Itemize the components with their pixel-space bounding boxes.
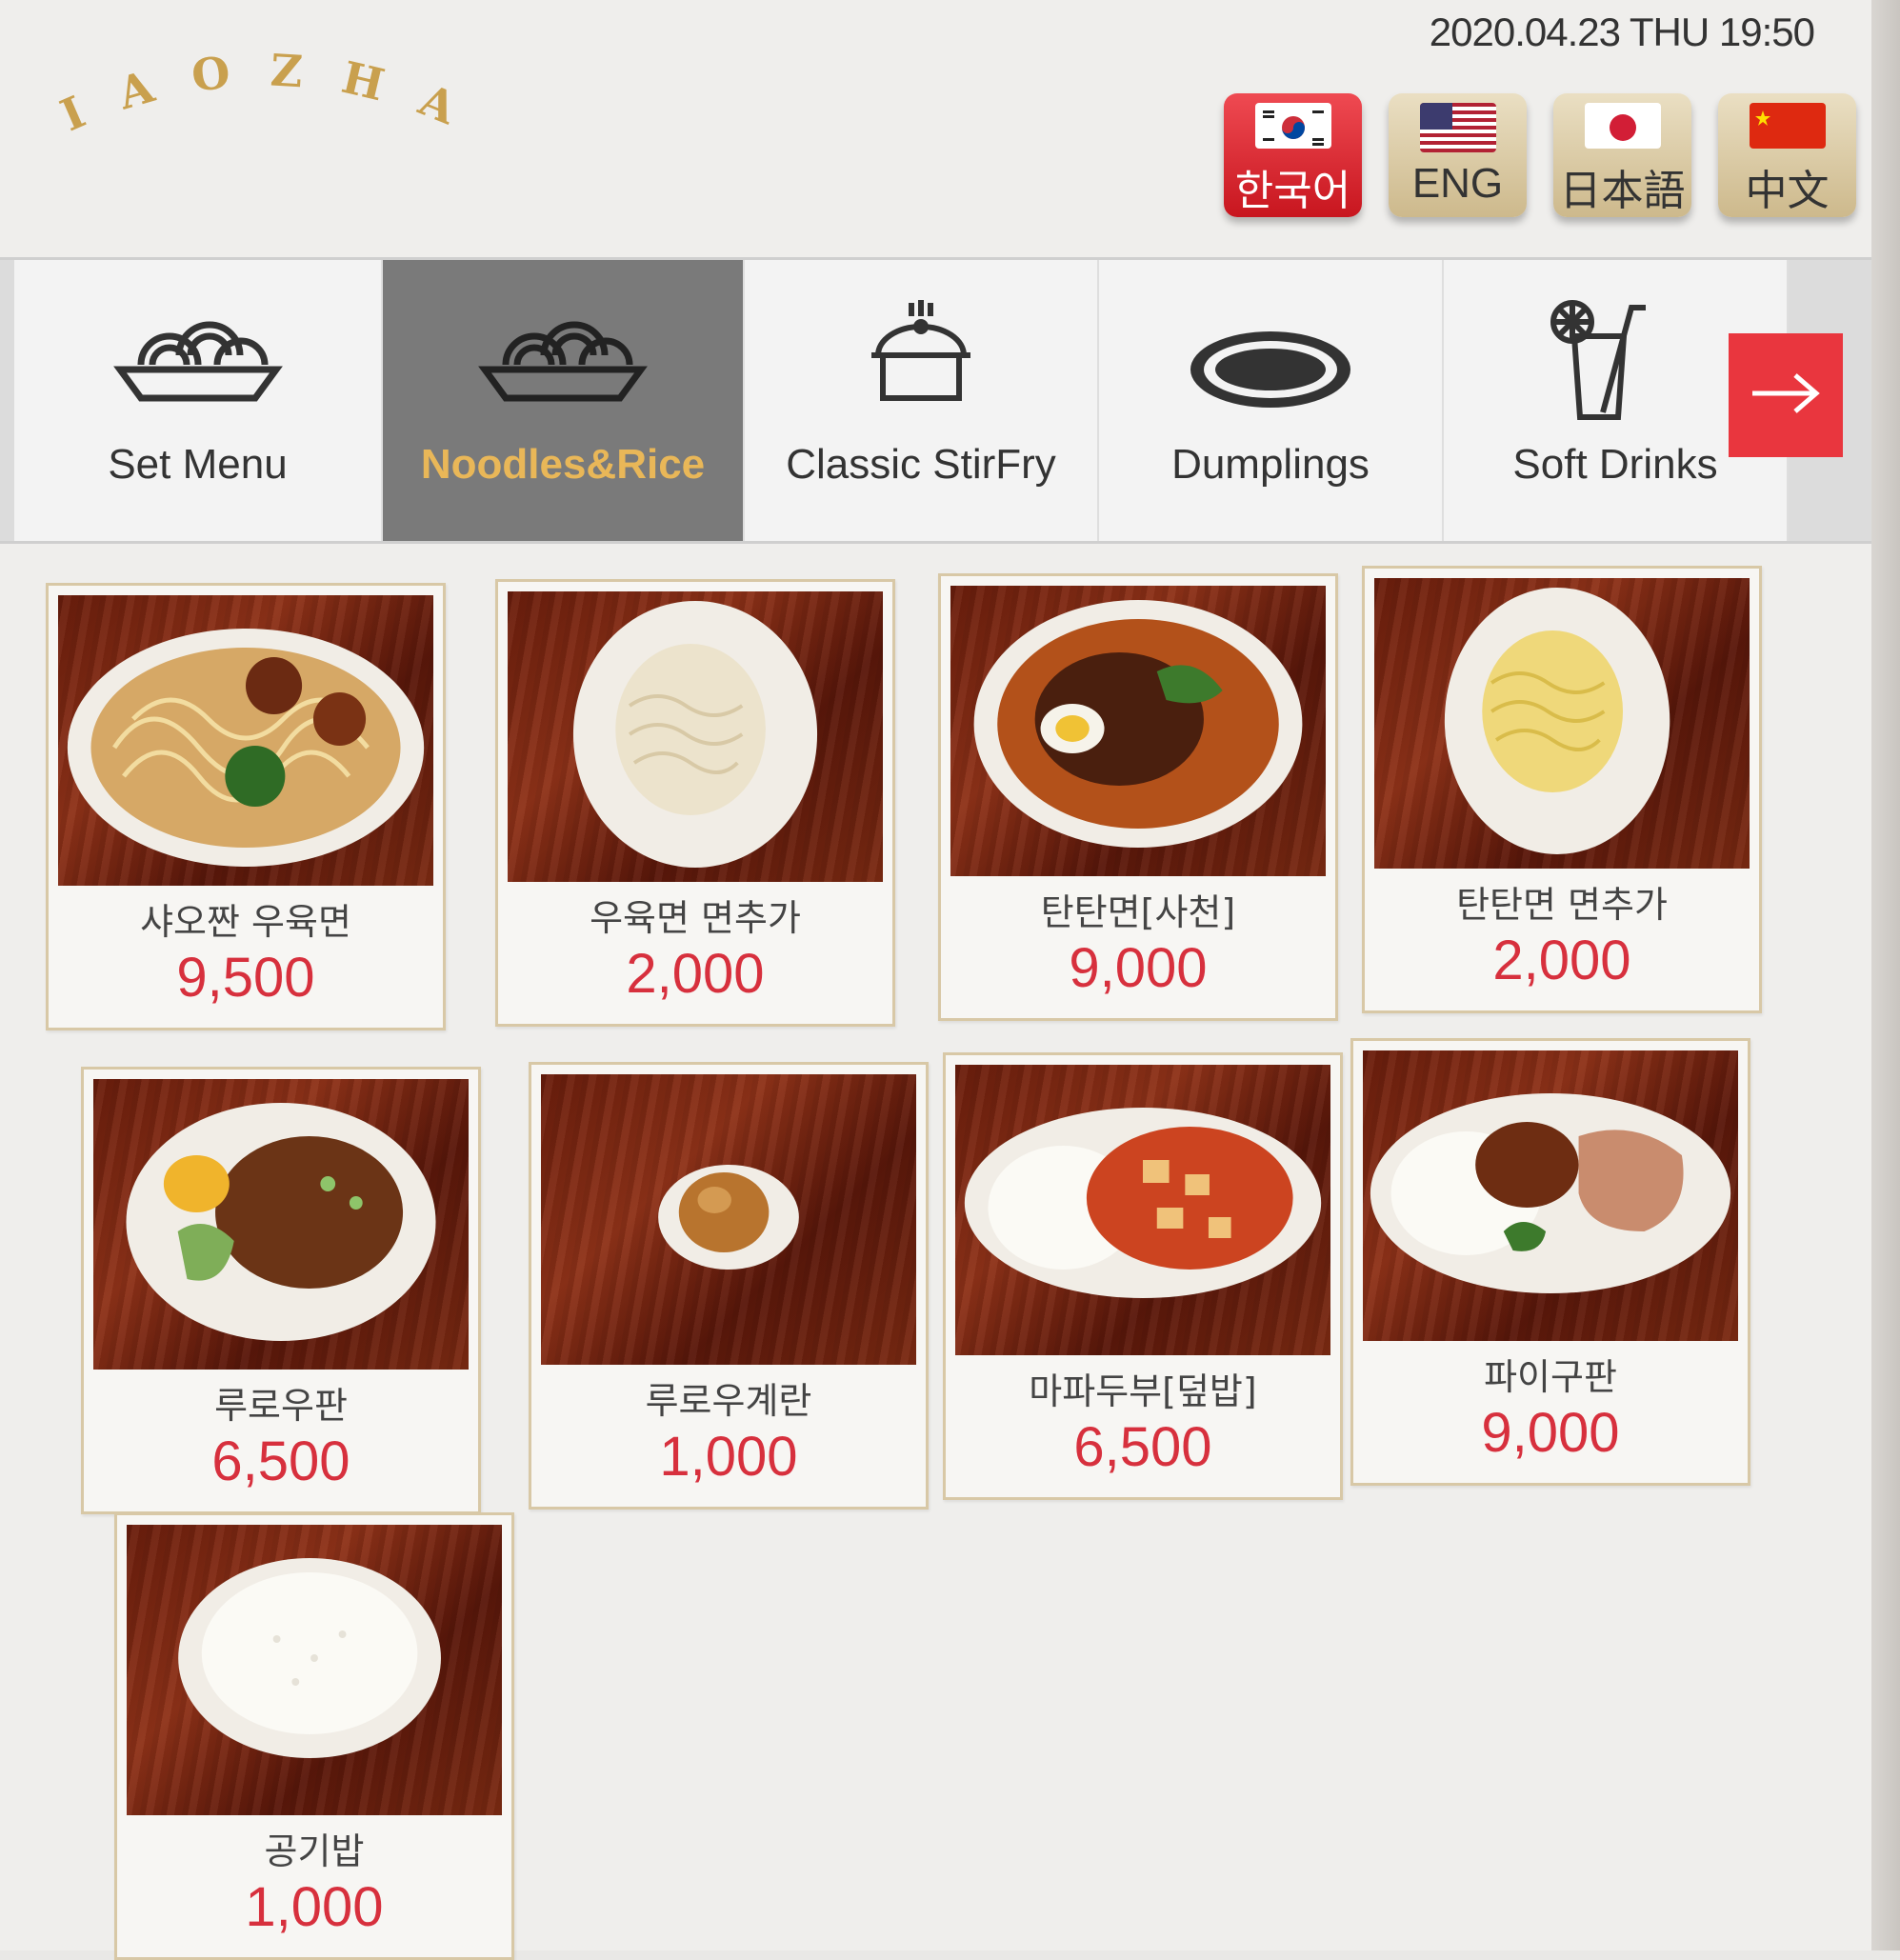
item-price: 1,000	[245, 1876, 384, 1938]
item-price: 2,000	[1492, 930, 1631, 991]
item-name: 탄탄면 면추가	[1456, 884, 1668, 926]
plain-noodles-photo	[508, 591, 883, 882]
japan-flag-icon	[1584, 103, 1661, 149]
beef-noodle-soup-photo	[58, 595, 433, 886]
item-name: 루로우계란	[645, 1380, 812, 1422]
lang-label: 中文	[1745, 168, 1830, 214]
item-name: 우육면 면추가	[590, 897, 801, 939]
category-label: Classic StirFry	[786, 441, 1056, 488]
item-price: 6,500	[1073, 1416, 1212, 1478]
item-price: 1,000	[659, 1426, 798, 1488]
lang-label: 日本語	[1559, 168, 1686, 214]
category-label: Set Menu	[108, 441, 288, 488]
category-dumplings[interactable]: Dumplings	[1099, 260, 1444, 541]
arrow-right-icon	[1748, 370, 1824, 421]
item-name: 루로우판	[214, 1385, 348, 1427]
drink-icon	[1546, 298, 1650, 426]
item-price: 9,500	[176, 947, 315, 1009]
category-bar: Set Menu Noodles&Rice Classic StirFry Du…	[0, 257, 1871, 544]
kiosk-screen: . X I A O Z H A N . 2020.04.23 THU 19:50…	[0, 0, 1871, 1960]
menu-item[interactable]: 탄탄면 면추가 2,000	[1362, 566, 1762, 1013]
plate-icon	[1185, 327, 1356, 416]
brand-logo: . X I A O Z H A N .	[3, 0, 505, 171]
lang-button-english[interactable]: ENG	[1389, 93, 1527, 217]
category-noodles-rice[interactable]: Noodles&Rice	[383, 260, 745, 541]
lang-label: 한국어	[1234, 168, 1351, 214]
braised-egg-photo	[541, 1074, 916, 1365]
braised-pork-rice-photo	[93, 1079, 469, 1370]
category-label: Noodles&Rice	[420, 441, 706, 488]
item-price: 6,500	[211, 1430, 350, 1492]
device-bezel	[1871, 0, 1900, 1950]
usa-flag-icon	[1419, 103, 1496, 152]
china-flag-icon	[1749, 103, 1826, 149]
category-label: Dumplings	[1171, 441, 1370, 488]
noodle-bowl-icon	[112, 303, 284, 411]
item-price: 2,000	[626, 943, 765, 1005]
item-name: 파이구판	[1484, 1356, 1617, 1398]
item-price: 9,000	[1481, 1402, 1620, 1464]
dandan-noodles-photo	[950, 586, 1326, 876]
lang-button-chinese[interactable]: 中文	[1718, 93, 1856, 217]
pot-icon	[864, 298, 978, 416]
item-price: 9,000	[1069, 937, 1208, 999]
lang-button-korean[interactable]: 한국어	[1224, 93, 1362, 217]
yellow-noodles-photo	[1374, 578, 1750, 869]
mapo-tofu-rice-photo	[955, 1065, 1330, 1355]
next-category-button[interactable]	[1729, 333, 1843, 457]
category-classic-stirfry[interactable]: Classic StirFry	[745, 260, 1099, 541]
menu-item[interactable]: 마파두부[덮밥] 6,500	[943, 1052, 1343, 1500]
item-name: 마파두부[덮밥]	[1029, 1370, 1257, 1412]
item-name: 탄탄면[사천]	[1040, 891, 1236, 933]
menu-item[interactable]: 공기밥 1,000	[114, 1512, 514, 1960]
menu-item[interactable]: 파이구판 9,000	[1350, 1038, 1750, 1486]
menu-item[interactable]: 우육면 면추가 2,000	[495, 579, 895, 1027]
item-name: 샤오짠 우육면	[140, 901, 351, 943]
menu-item[interactable]: 루로우계란 1,000	[529, 1062, 929, 1510]
lang-label: ENG	[1411, 160, 1504, 207]
pork-chop-rice-photo	[1363, 1050, 1738, 1341]
noodle-bowl-icon	[477, 303, 649, 411]
menu-item[interactable]: 샤오짠 우육면 9,500	[46, 583, 446, 1030]
item-name: 공기밥	[264, 1830, 365, 1872]
datetime-display: 2020.04.23 THU 19:50	[1429, 10, 1815, 54]
steamed-rice-photo	[127, 1525, 502, 1815]
lang-button-japanese[interactable]: 日本語	[1553, 93, 1691, 217]
menu-item[interactable]: 루로우판 6,500	[81, 1067, 481, 1514]
menu-item[interactable]: 탄탄면[사천] 9,000	[938, 573, 1338, 1021]
language-selector: 한국어 ENG 日本語 中文	[1224, 93, 1856, 217]
korea-flag-icon	[1254, 103, 1331, 149]
svg-text:. X I A O Z H A N .: . X I A O Z H A N .	[29, 38, 500, 153]
category-set-menu[interactable]: Set Menu	[14, 260, 383, 541]
